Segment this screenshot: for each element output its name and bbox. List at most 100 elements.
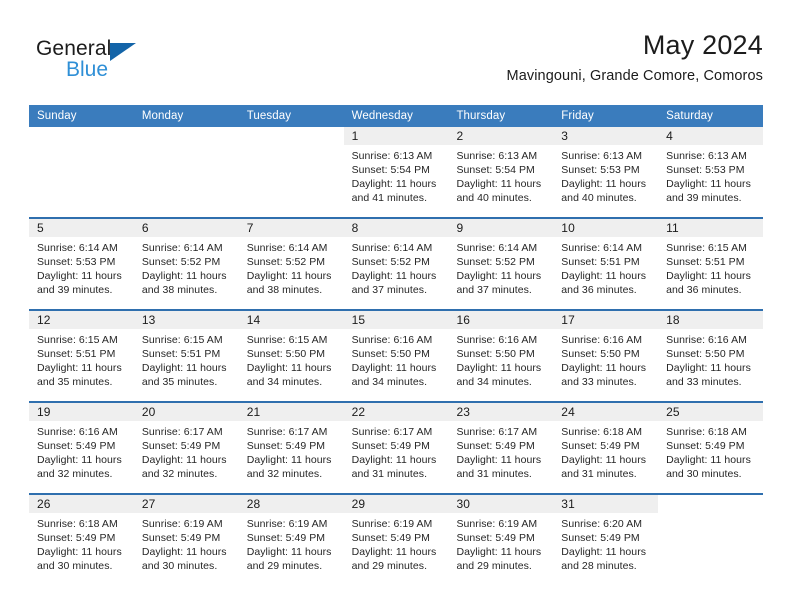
calendar-week-row: 1 2 3 4 Sunrise: 6:13 AM Sunset: 5:54 PM Dayli… <box>29 127 763 217</box>
day-cell[interactable]: Sunrise: 6:14 AM Sunset: 5:52 PM Daylight:… <box>134 237 239 309</box>
day-cell[interactable]: Sunrise: 6:13 AM Sunset: 5:53 PM Daylight:… <box>658 145 763 217</box>
day-number[interactable]: 24 <box>553 403 658 421</box>
day-number[interactable]: 13 <box>134 311 239 329</box>
day-number[interactable]: 28 <box>239 495 344 513</box>
day-number[interactable]: 9 <box>448 219 553 237</box>
day-number[interactable]: 18 <box>658 311 763 329</box>
day-cell[interactable]: Sunrise: 6:19 AM Sunset: 5:49 PM Daylight:… <box>344 513 449 585</box>
sunrise-text: Sunrise: 6:16 AM <box>456 334 538 346</box>
day-cell[interactable]: Sunrise: 6:16 AM Sunset: 5:50 PM Daylight:… <box>448 329 553 401</box>
daylight-text: Daylight: 11 hours <box>666 178 751 190</box>
sunrise-text: Sunrise: 6:15 AM <box>666 242 747 254</box>
day-cell[interactable]: Sunrise: 6:14 AM Sunset: 5:52 PM Daylight:… <box>239 237 344 309</box>
day-number[interactable]: 23 <box>448 403 553 421</box>
day-cell[interactable]: Sunrise: 6:15 AM Sunset: 5:51 PM Daylight:… <box>29 329 134 401</box>
day-cell[interactable]: Sunrise: 6:14 AM Sunset: 5:52 PM Daylight:… <box>448 237 553 309</box>
daylight-text: and 32 minutes. <box>246 468 323 480</box>
day-cell[interactable]: Sunrise: 6:14 AM Sunset: 5:52 PM Daylight:… <box>344 237 449 309</box>
daylight-text: Daylight: 11 hours <box>561 362 647 374</box>
sunrise-text: Sunrise: 6:15 AM <box>246 334 328 346</box>
day-cell[interactable]: Sunrise: 6:14 AM Sunset: 5:51 PM Daylight:… <box>553 237 658 309</box>
day-cell[interactable]: Sunrise: 6:13 AM Sunset: 5:54 PM Daylight:… <box>344 145 449 217</box>
sunset-text: Sunset: 5:49 PM <box>351 440 430 452</box>
daylight-text: and 30 minutes. <box>37 560 113 572</box>
page-title: May 2024 <box>642 30 763 60</box>
day-cell[interactable]: Sunrise: 6:19 AM Sunset: 5:49 PM Daylight:… <box>448 513 553 585</box>
sunrise-text: Sunrise: 6:13 AM <box>456 150 538 162</box>
day-number[interactable]: 29 <box>344 495 449 513</box>
week-date-band: 26 27 28 29 30 31 <box>29 495 764 513</box>
day-number[interactable]: 27 <box>134 495 239 513</box>
sunset-text: Sunset: 5:51 PM <box>37 348 116 360</box>
day-cell[interactable]: Sunrise: 6:18 AM Sunset: 5:49 PM Daylight:… <box>553 421 658 493</box>
sunrise-text: Sunrise: 6:14 AM <box>351 242 433 254</box>
sunset-text: Sunset: 5:49 PM <box>561 440 640 452</box>
day-number[interactable]: 6 <box>134 219 239 237</box>
daylight-text: Daylight: 11 hours <box>246 362 332 374</box>
day-cell[interactable]: Sunrise: 6:15 AM Sunset: 5:51 PM Daylight:… <box>134 329 239 401</box>
day-cell[interactable]: Sunrise: 6:17 AM Sunset: 5:49 PM Daylight:… <box>134 421 239 493</box>
day-number[interactable]: 19 <box>29 403 134 421</box>
day-number[interactable]: 25 <box>658 403 763 421</box>
sunset-text: Sunset: 5:53 PM <box>37 256 116 268</box>
sunset-text: Sunset: 5:49 PM <box>141 440 221 452</box>
day-cell[interactable]: Sunrise: 6:14 AM Sunset: 5:53 PM Daylight:… <box>29 237 134 309</box>
day-number[interactable]: 2 <box>448 127 553 145</box>
day-cell[interactable]: Sunrise: 6:15 AM Sunset: 5:51 PM Daylight:… <box>658 237 763 309</box>
day-cell[interactable]: Sunrise: 6:16 AM Sunset: 5:49 PM Daylight:… <box>29 421 134 493</box>
sunset-text: Sunset: 5:49 PM <box>351 532 430 544</box>
weekday-header-saturday: Saturday <box>666 110 713 122</box>
day-cell[interactable]: Sunrise: 6:18 AM Sunset: 5:49 PM Daylight:… <box>29 513 134 585</box>
day-number[interactable]: 12 <box>29 311 134 329</box>
day-cell[interactable]: Sunrise: 6:19 AM Sunset: 5:49 PM Daylight:… <box>239 513 344 585</box>
day-cell[interactable]: Sunrise: 6:16 AM Sunset: 5:50 PM Daylight:… <box>658 329 763 401</box>
day-cell[interactable]: Sunrise: 6:17 AM Sunset: 5:49 PM Daylight:… <box>448 421 553 493</box>
day-number[interactable]: 14 <box>239 311 344 329</box>
day-cell[interactable]: Sunrise: 6:13 AM Sunset: 5:53 PM Daylight:… <box>553 145 658 217</box>
daylight-text: Daylight: 11 hours <box>246 546 332 558</box>
sunrise-text: Sunrise: 6:17 AM <box>456 426 538 438</box>
daylight-text: Daylight: 11 hours <box>561 454 647 466</box>
day-cell[interactable]: Sunrise: 6:13 AM Sunset: 5:54 PM Daylight:… <box>448 145 553 217</box>
day-number[interactable]: 31 <box>553 495 658 513</box>
day-cell[interactable]: Sunrise: 6:19 AM Sunset: 5:49 PM Daylight:… <box>134 513 239 585</box>
sunset-text: Sunset: 5:54 PM <box>351 164 430 176</box>
sunset-text: Sunset: 5:49 PM <box>246 532 326 544</box>
day-cell[interactable]: Sunrise: 6:15 AM Sunset: 5:50 PM Daylight:… <box>239 329 344 401</box>
day-number[interactable]: 21 <box>239 403 344 421</box>
day-number[interactable]: 4 <box>658 127 763 145</box>
day-number[interactable]: 1 <box>344 127 449 145</box>
day-number[interactable]: 20 <box>134 403 239 421</box>
sunset-text: Sunset: 5:49 PM <box>561 532 640 544</box>
day-cell[interactable]: Sunrise: 6:20 AM Sunset: 5:49 PM Daylight:… <box>553 513 658 585</box>
day-number[interactable]: 8 <box>344 219 449 237</box>
sunrise-text: Sunrise: 6:15 AM <box>37 334 118 346</box>
daylight-text: and 38 minutes. <box>246 284 323 296</box>
daylight-text: and 30 minutes. <box>666 468 742 480</box>
day-number[interactable]: 17 <box>553 311 658 329</box>
day-number[interactable]: 22 <box>344 403 449 421</box>
day-number[interactable]: 16 <box>448 311 553 329</box>
day-number[interactable]: 11 <box>658 219 763 237</box>
sunset-text: Sunset: 5:49 PM <box>246 440 326 452</box>
sunset-text: Sunset: 5:50 PM <box>456 348 535 360</box>
day-number[interactable]: 15 <box>344 311 449 329</box>
day-number[interactable]: 3 <box>553 127 658 145</box>
daylight-text: Daylight: 11 hours <box>351 270 437 282</box>
day-number[interactable]: 26 <box>29 495 134 513</box>
day-cell[interactable]: Sunrise: 6:16 AM Sunset: 5:50 PM Daylight:… <box>344 329 449 401</box>
day-number[interactable]: 30 <box>448 495 553 513</box>
day-cell[interactable]: Sunrise: 6:18 AM Sunset: 5:49 PM Daylight:… <box>658 421 763 493</box>
day-number[interactable]: 5 <box>29 219 134 237</box>
day-cell[interactable]: Sunrise: 6:17 AM Sunset: 5:49 PM Daylight:… <box>344 421 449 493</box>
sunrise-text: Sunrise: 6:19 AM <box>456 518 538 530</box>
calendar-week-row: 26 27 28 29 30 31 Sunrise: 6:18 AM Sunset: 5:49… <box>29 493 764 585</box>
title-block: May 2024 Mavingouni, Grande Comore, Como… <box>507 28 763 86</box>
sunrise-text: Sunrise: 6:16 AM <box>561 334 643 346</box>
sunset-text: Sunset: 5:52 PM <box>246 256 326 268</box>
day-number[interactable]: 10 <box>553 219 658 237</box>
daylight-text: and 35 minutes. <box>141 376 218 388</box>
day-cell[interactable]: Sunrise: 6:16 AM Sunset: 5:50 PM Daylight:… <box>553 329 658 401</box>
day-number[interactable]: 7 <box>239 219 344 237</box>
day-cell[interactable]: Sunrise: 6:17 AM Sunset: 5:49 PM Daylight:… <box>239 421 344 493</box>
